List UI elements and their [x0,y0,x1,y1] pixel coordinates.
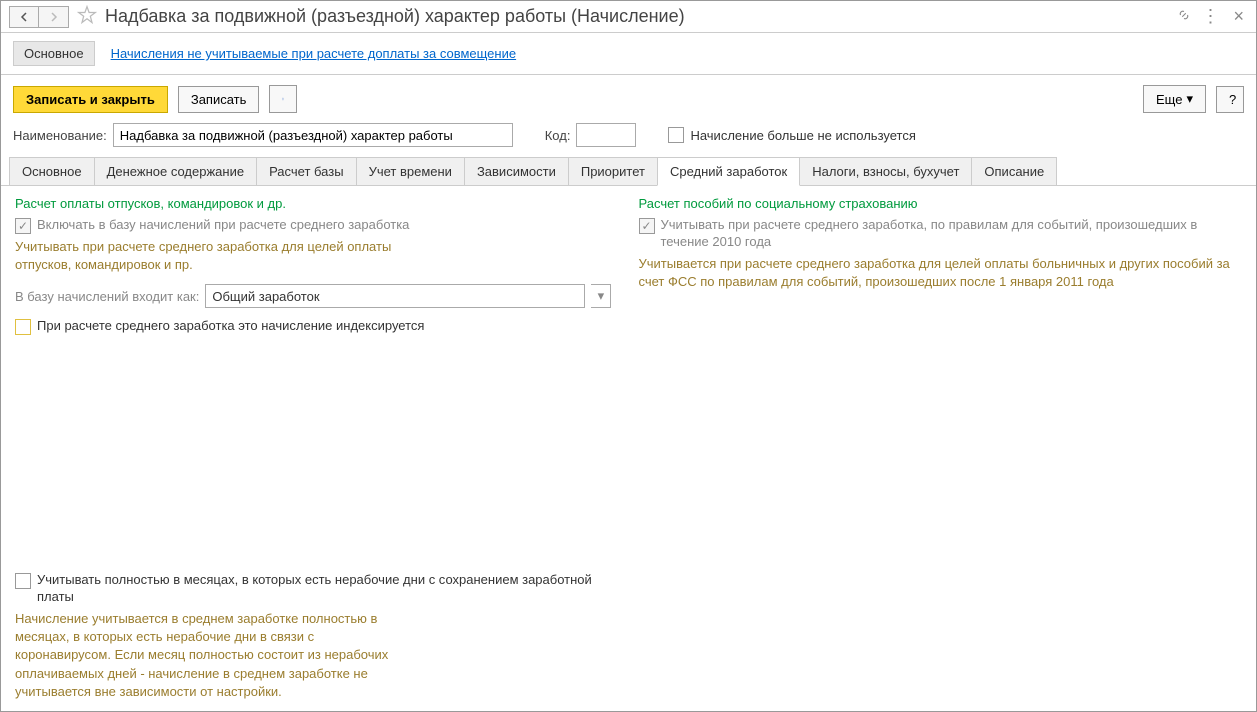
top-tab-main[interactable]: Основное [13,41,95,66]
document-icon [282,91,284,107]
left-section-title: Расчет оплаты отпусков, командировок и д… [15,196,619,211]
tab-4[interactable]: Зависимости [464,157,569,185]
name-input[interactable] [113,123,513,147]
tab-3[interactable]: Учет времени [356,157,465,185]
report-button[interactable] [269,85,297,113]
tab-8[interactable]: Описание [971,157,1057,185]
tab-5[interactable]: Приоритет [568,157,658,185]
close-button[interactable]: × [1229,6,1248,27]
link-icon[interactable] [1177,8,1191,25]
full-months-label: Учитывать полностью в месяцах, в которых… [37,572,615,606]
nav-forward-button[interactable] [39,6,69,28]
base-as-value: Общий заработок [212,289,319,304]
code-label: Код: [545,128,571,143]
tab-1[interactable]: Денежное содержание [94,157,257,185]
full-months-checkbox[interactable] [15,573,31,589]
name-label: Наименование: [13,128,107,143]
more-label: Еще [1156,92,1182,107]
save-close-button[interactable]: Записать и закрыть [13,86,168,113]
code-input[interactable] [576,123,636,147]
help-button[interactable]: ? [1216,86,1244,113]
right-section-title: Расчет пособий по социальному страховани… [639,196,1243,211]
social-hint: Учитывается при расчете среднего заработ… [639,255,1243,291]
full-months-hint: Начисление учитывается в среднем заработ… [15,610,395,701]
not-used-label: Начисление больше не используется [690,128,915,143]
chevron-down-icon: ▾ [1186,91,1193,107]
kebab-menu-icon[interactable]: ⋮ [1201,6,1219,27]
tab-0[interactable]: Основное [9,157,95,185]
base-as-select[interactable]: Общий заработок [205,284,585,308]
not-used-checkbox[interactable] [668,127,684,143]
include-base-hint: Учитывать при расчете среднего заработка… [15,238,415,274]
base-as-dropdown-button[interactable]: ▾ [591,284,611,308]
top-tab-link[interactable]: Начисления не учитываемые при расчете до… [111,46,517,61]
favorite-star-icon[interactable] [77,5,97,28]
nav-back-button[interactable] [9,6,39,28]
social-checkbox [639,218,655,234]
base-as-label: В базу начислений входит как: [15,289,199,304]
tab-6[interactable]: Средний заработок [657,157,800,186]
save-button[interactable]: Записать [178,86,260,113]
include-base-checkbox [15,218,31,234]
tab-7[interactable]: Налоги, взносы, бухучет [799,157,972,185]
index-checkbox[interactable] [15,319,31,335]
window-title: Надбавка за подвижной (разъездной) харак… [105,6,1177,27]
tab-2[interactable]: Расчет базы [256,157,357,185]
include-base-label: Включать в базу начислений при расчете с… [37,217,409,234]
social-label: Учитывать при расчете среднего заработка… [661,217,1243,251]
more-button[interactable]: Еще ▾ [1143,85,1206,113]
index-label: При расчете среднего заработка это начис… [37,318,424,335]
